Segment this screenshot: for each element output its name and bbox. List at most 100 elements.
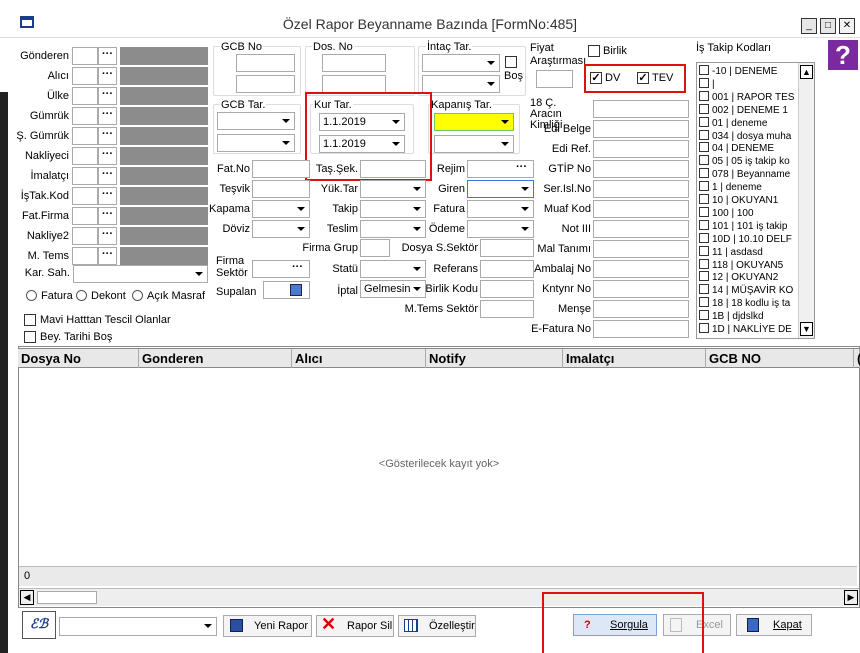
is-takip-item[interactable]: 034 | dosya muha	[699, 129, 809, 141]
rapor-select[interactable]	[59, 617, 217, 636]
is-takip-item[interactable]: 078 | Beyanname	[699, 168, 809, 180]
iptal-select[interactable]: Gelmesin	[360, 280, 426, 298]
lookup-dots-button[interactable]: ···	[98, 247, 117, 265]
lookup-dots-button[interactable]: ···	[98, 107, 117, 125]
is-takip-item[interactable]: 12 | OKUYAN2	[699, 271, 809, 283]
is-takip-checkbox[interactable]	[699, 284, 709, 295]
left-field-input[interactable]	[72, 187, 98, 205]
lookup-dots-button[interactable]: ···	[98, 67, 117, 85]
left-field-input[interactable]	[72, 207, 98, 225]
lookup-dots-button[interactable]: ···	[98, 167, 117, 185]
ser-isl-input[interactable]	[593, 180, 689, 198]
statu-select[interactable]	[360, 260, 426, 278]
kar-sah-select[interactable]	[73, 265, 208, 283]
fatura-radio[interactable]	[26, 290, 37, 301]
kntynr-input[interactable]	[593, 280, 689, 298]
kapat-button[interactable]: Kapat	[736, 614, 812, 636]
arac-input[interactable]	[593, 100, 689, 118]
lookup-dots-button[interactable]: ···	[98, 87, 117, 105]
is-takip-checkbox[interactable]	[699, 155, 709, 166]
scroll-up-icon[interactable]: ▲	[800, 65, 813, 79]
fiyat-input[interactable]	[536, 70, 573, 88]
edi-ref-input[interactable]	[593, 140, 689, 158]
rapor-sil-button[interactable]: ✕ Rapor Sil	[316, 614, 394, 637]
left-field-input[interactable]	[72, 247, 98, 265]
e-fatura-input[interactable]	[593, 320, 689, 338]
lookup-dots-button[interactable]: ···	[98, 187, 117, 205]
tev-checkbox[interactable]: ✓	[637, 72, 649, 84]
is-takip-item[interactable]: 04 | DENEME	[699, 142, 809, 154]
is-takip-checkbox[interactable]	[699, 323, 709, 333]
is-takip-item[interactable]: 002 | DENEME 1	[699, 103, 809, 115]
kapanis-to-date[interactable]	[434, 135, 514, 153]
is-takip-item[interactable]: 10 | OKUYAN1	[699, 194, 809, 206]
bey-tarihi-checkbox[interactable]	[24, 331, 36, 343]
takip-select[interactable]	[360, 200, 426, 218]
grid-column-header[interactable]: Imalatçı	[563, 349, 706, 368]
left-field-input[interactable]	[72, 87, 98, 105]
yuk-tar-select[interactable]	[360, 180, 426, 198]
muaf-input[interactable]	[593, 200, 689, 218]
is-takip-item[interactable]: 101 | 101 iş takip	[699, 219, 809, 232]
lookup-dots-button[interactable]: ···	[98, 147, 117, 165]
is-takip-item[interactable]: 100 | 100	[699, 206, 809, 219]
is-takip-checkbox[interactable]	[699, 232, 709, 243]
is-takip-checkbox[interactable]	[699, 194, 709, 204]
h-scroll-thumb[interactable]	[37, 591, 97, 604]
kapanis-from-date[interactable]	[434, 113, 514, 131]
bos-checkbox[interactable]	[505, 56, 517, 68]
is-takip-checkbox[interactable]	[699, 297, 709, 308]
left-field-input[interactable]	[72, 167, 98, 185]
horizontal-scrollbar[interactable]: ◀ ▶	[19, 588, 859, 606]
mavi-checkbox[interactable]	[24, 314, 36, 326]
gcb-no-from-input[interactable]	[236, 54, 295, 72]
mal-tanimi-input[interactable]	[593, 240, 689, 258]
is-takip-scrollbar[interactable]: ▲ ▼	[798, 63, 814, 338]
lookup-dots-button[interactable]: ···	[98, 207, 117, 225]
is-takip-checkbox[interactable]	[699, 245, 709, 256]
is-takip-item[interactable]: 05 | 05 iş takip ko	[699, 155, 809, 167]
is-takip-item[interactable]: 10D | 10.10 DELF	[699, 232, 809, 244]
is-takip-checkbox[interactable]	[699, 206, 709, 217]
close-button[interactable]: ✕	[839, 18, 855, 34]
lookup-dots-button[interactable]: ···	[98, 227, 117, 245]
is-takip-checkbox[interactable]	[699, 129, 709, 140]
is-takip-checkbox[interactable]	[699, 310, 709, 321]
left-field-input[interactable]	[72, 107, 98, 125]
left-field-input[interactable]	[72, 127, 98, 145]
not3-input[interactable]	[593, 220, 689, 238]
is-takip-checkbox[interactable]	[699, 77, 709, 88]
scroll-right-icon[interactable]: ▶	[844, 590, 858, 605]
is-takip-item[interactable]: 1B | djdslkd	[699, 310, 809, 322]
intac-from-date[interactable]	[422, 54, 500, 72]
grid-column-header[interactable]: Notify	[426, 349, 563, 368]
dekont-radio[interactable]	[76, 290, 87, 301]
is-takip-checkbox[interactable]	[699, 90, 709, 101]
scroll-down-icon[interactable]: ▼	[800, 322, 813, 336]
is-takip-checkbox[interactable]	[699, 219, 709, 230]
scroll-left-icon[interactable]: ◀	[20, 590, 34, 605]
is-takip-checkbox[interactable]	[699, 116, 709, 127]
dos-no-to-input[interactable]	[322, 75, 386, 93]
firma-grup-input[interactable]	[360, 239, 390, 257]
grid-column-header[interactable]: Dosya No	[18, 349, 139, 368]
birlik-checkbox[interactable]	[588, 45, 600, 57]
dv-checkbox[interactable]: ✓	[590, 72, 602, 84]
left-field-input[interactable]	[72, 47, 98, 65]
left-field-input[interactable]	[72, 147, 98, 165]
grid-column-header[interactable]: Gonderen	[139, 349, 292, 368]
is-takip-checkbox[interactable]	[699, 103, 709, 114]
dos-no-from-input[interactable]	[322, 54, 386, 72]
is-takip-item[interactable]: 01 | deneme	[699, 116, 809, 128]
yeni-rapor-button[interactable]: Yeni Rapor	[223, 615, 312, 637]
left-field-input[interactable]	[72, 67, 98, 85]
is-takip-checkbox[interactable]	[699, 181, 709, 192]
is-takip-checkbox[interactable]	[699, 142, 709, 153]
is-takip-item[interactable]: 11 | asdasd	[699, 245, 809, 257]
maximize-button[interactable]: □	[820, 18, 836, 34]
gcb-no-to-input[interactable]	[236, 75, 295, 93]
teslim-select[interactable]	[360, 220, 426, 238]
is-takip-checkbox[interactable]	[699, 271, 709, 282]
lookup-dots-button[interactable]: ···	[98, 47, 117, 65]
tas-sek-input[interactable]	[360, 160, 426, 178]
